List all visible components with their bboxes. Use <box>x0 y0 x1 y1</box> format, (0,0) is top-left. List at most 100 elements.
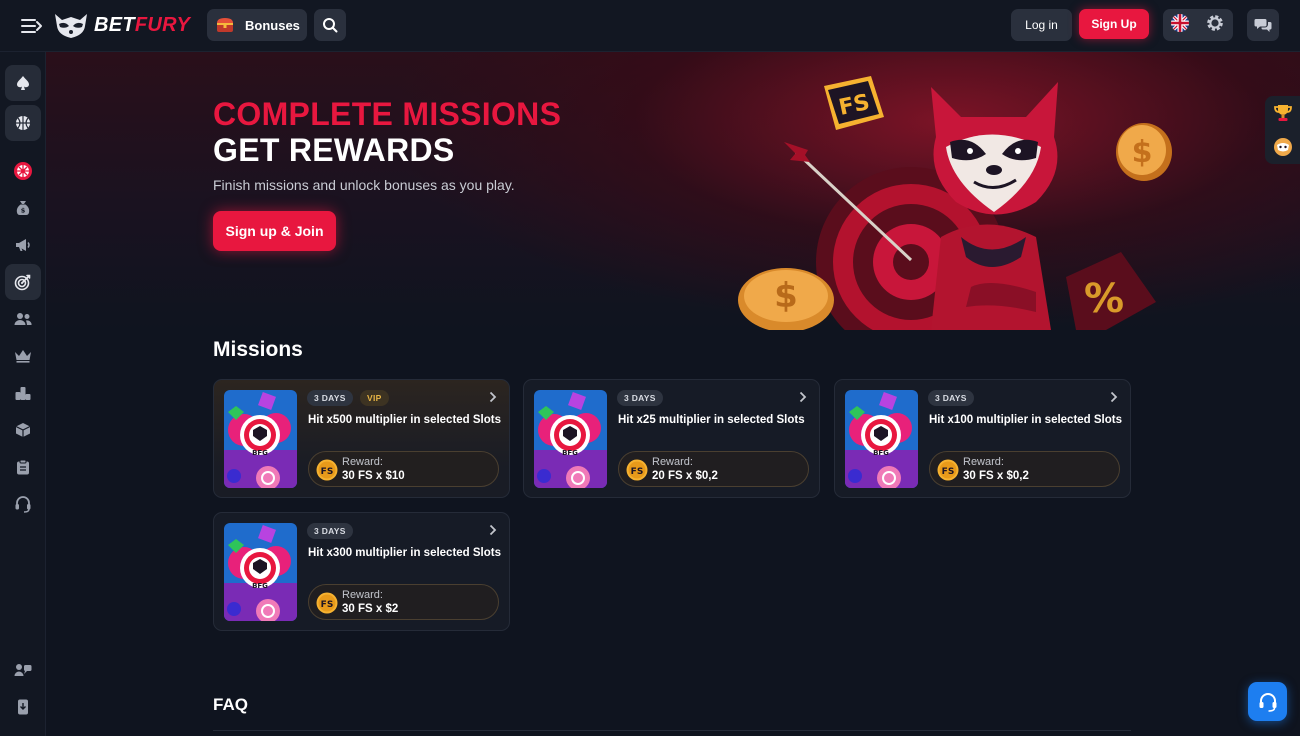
uk-flag-icon[interactable] <box>1171 13 1189 37</box>
menu-toggle-icon[interactable] <box>18 14 46 38</box>
duration-badge: 3 DAYS <box>928 390 974 406</box>
logo-text-fury: FURY <box>134 13 191 36</box>
signup-join-button[interactable]: Sign up & Join <box>213 211 336 251</box>
duration-badge: 3 DAYS <box>307 523 353 539</box>
reward-value: 30 FS x $2 <box>342 603 399 615</box>
missions-title: Missions <box>213 338 303 361</box>
login-button[interactable]: Log in <box>1011 9 1072 41</box>
svg-text:FS: FS <box>321 467 334 477</box>
wheel-icon <box>14 162 32 180</box>
fs-coin-icon: FS <box>937 459 959 481</box>
slot-game-thumbnail: BFG <box>224 390 297 488</box>
search-icon <box>323 18 338 33</box>
hero-title-line1: COMPLETE MISSIONS <box>213 96 562 132</box>
mobile-app-icon <box>18 699 28 715</box>
mission-title: Hit x300 multiplier in selected Slots <box>308 547 502 559</box>
reward-label: Reward: <box>342 456 383 468</box>
reward-value: 30 FS x $0,2 <box>963 470 1029 482</box>
sidebar-item-promotions[interactable] <box>5 227 41 263</box>
svg-text:%: % <box>1084 276 1124 322</box>
sidebar-item-boxes[interactable] <box>5 412 41 448</box>
hero-banner: COMPLETE MISSIONS GET REWARDS Finish mis… <box>46 52 1300 330</box>
fs-coin-icon: FS <box>316 459 338 481</box>
sidebar-item-referral[interactable] <box>5 301 41 337</box>
mission-card[interactable]: BFG 3 DAYS VIP Hit x500 multiplier in se… <box>213 379 510 498</box>
fs-coin-icon: FS <box>626 459 648 481</box>
reward-value: 20 FS x $0,2 <box>652 470 718 482</box>
reward-box: FS Reward: 20 FS x $0,2 <box>618 451 809 487</box>
fs-badge-illustration: FS <box>824 76 884 130</box>
sidebar-item-vip[interactable] <box>5 338 41 374</box>
right-float-panel <box>1265 96 1300 164</box>
chat-bubbles-icon <box>1254 19 1272 32</box>
live-support-button[interactable] <box>1248 682 1287 721</box>
svg-text:BFG: BFG <box>252 449 268 457</box>
gear-icon[interactable] <box>1205 13 1225 38</box>
vip-badge: VIP <box>360 390 389 406</box>
chat-button[interactable] <box>1247 9 1279 41</box>
sidebar-item-staking[interactable]: $ <box>5 190 41 226</box>
mission-card[interactable]: BFG 3 DAYS Hit x300 multiplier in select… <box>213 512 510 631</box>
reward-box: FS Reward: 30 FS x $0,2 <box>929 451 1120 487</box>
faq-title: FAQ <box>213 695 248 714</box>
sidebar-item-sports[interactable] <box>5 105 41 141</box>
headset-icon <box>15 496 31 513</box>
duration-badge: 3 DAYS <box>307 390 353 406</box>
chevron-right-icon <box>489 391 497 403</box>
hero-subtitle: Finish missions and unlock bonuses as yo… <box>213 177 515 193</box>
sidebar-item-tasks[interactable] <box>5 449 41 485</box>
treasure-chest-icon <box>217 18 233 32</box>
sidebar-item-support[interactable] <box>5 486 41 522</box>
reward-box: FS Reward: 30 FS x $2 <box>308 584 499 620</box>
svg-text:BFG: BFG <box>252 582 268 590</box>
hero-title-line2: GET REWARDS <box>213 132 455 168</box>
reward-box: FS Reward: 30 FS x $10 <box>308 451 499 487</box>
left-sidebar: $ <box>0 52 46 736</box>
headset-icon <box>1259 692 1276 712</box>
betfury-logo[interactable]: BETFURY <box>52 10 190 40</box>
faq-divider <box>213 730 1131 731</box>
svg-text:$: $ <box>774 276 798 316</box>
svg-text:FS: FS <box>321 600 334 610</box>
raccoon-mascot-illustration: $ FS $ % <box>738 76 1172 330</box>
sidebar-item-app[interactable] <box>5 689 41 725</box>
sidebar-item-missions[interactable] <box>5 264 41 300</box>
mission-title: Hit x500 multiplier in selected Slots <box>308 414 502 426</box>
slot-game-thumbnail: BFG <box>224 523 297 621</box>
fs-coin-icon: FS <box>316 592 338 614</box>
bonuses-label: Bonuses <box>245 17 300 33</box>
search-button[interactable] <box>314 9 346 41</box>
language-settings-group <box>1163 9 1233 41</box>
svg-text:$: $ <box>21 207 26 215</box>
bonuses-button[interactable]: Bonuses <box>207 9 307 41</box>
leaderboard-icon <box>15 387 31 400</box>
community-icon <box>14 664 32 676</box>
slot-game-thumbnail: BFG <box>845 390 918 488</box>
svg-text:FS: FS <box>942 467 955 477</box>
chevron-right-icon <box>1110 391 1118 403</box>
mission-title: Hit x100 multiplier in selected Slots <box>929 414 1123 426</box>
trophy-icon[interactable] <box>1272 102 1294 124</box>
megaphone-icon <box>16 239 30 251</box>
reward-label: Reward: <box>652 456 693 468</box>
reward-value: 30 FS x $10 <box>342 470 405 482</box>
sidebar-item-leaderboard[interactable] <box>5 375 41 411</box>
svg-text:$: $ <box>1132 135 1153 170</box>
slot-game-thumbnail: BFG <box>534 390 607 488</box>
mascot-avatar-icon[interactable] <box>1272 136 1294 158</box>
reward-label: Reward: <box>963 456 1004 468</box>
raccoon-logo-icon <box>55 14 87 38</box>
clipboard-icon <box>17 459 29 475</box>
reward-label: Reward: <box>342 589 383 601</box>
box-icon <box>15 423 31 437</box>
signup-button[interactable]: Sign Up <box>1079 9 1149 39</box>
mission-card[interactable]: BFG 3 DAYS Hit x25 multiplier in selecte… <box>523 379 820 498</box>
duration-badge: 3 DAYS <box>617 390 663 406</box>
sidebar-item-fortune-wheel[interactable] <box>5 153 41 189</box>
mission-card[interactable]: BFG 3 DAYS Hit x100 multiplier in select… <box>834 379 1131 498</box>
sidebar-item-casino[interactable] <box>5 65 41 101</box>
chevron-right-icon <box>489 524 497 536</box>
sidebar-item-community[interactable] <box>5 652 41 688</box>
top-header: BETFURY Bonuses Log in Sign Up <box>0 0 1300 52</box>
mission-title: Hit x25 multiplier in selected Slots <box>618 414 805 426</box>
